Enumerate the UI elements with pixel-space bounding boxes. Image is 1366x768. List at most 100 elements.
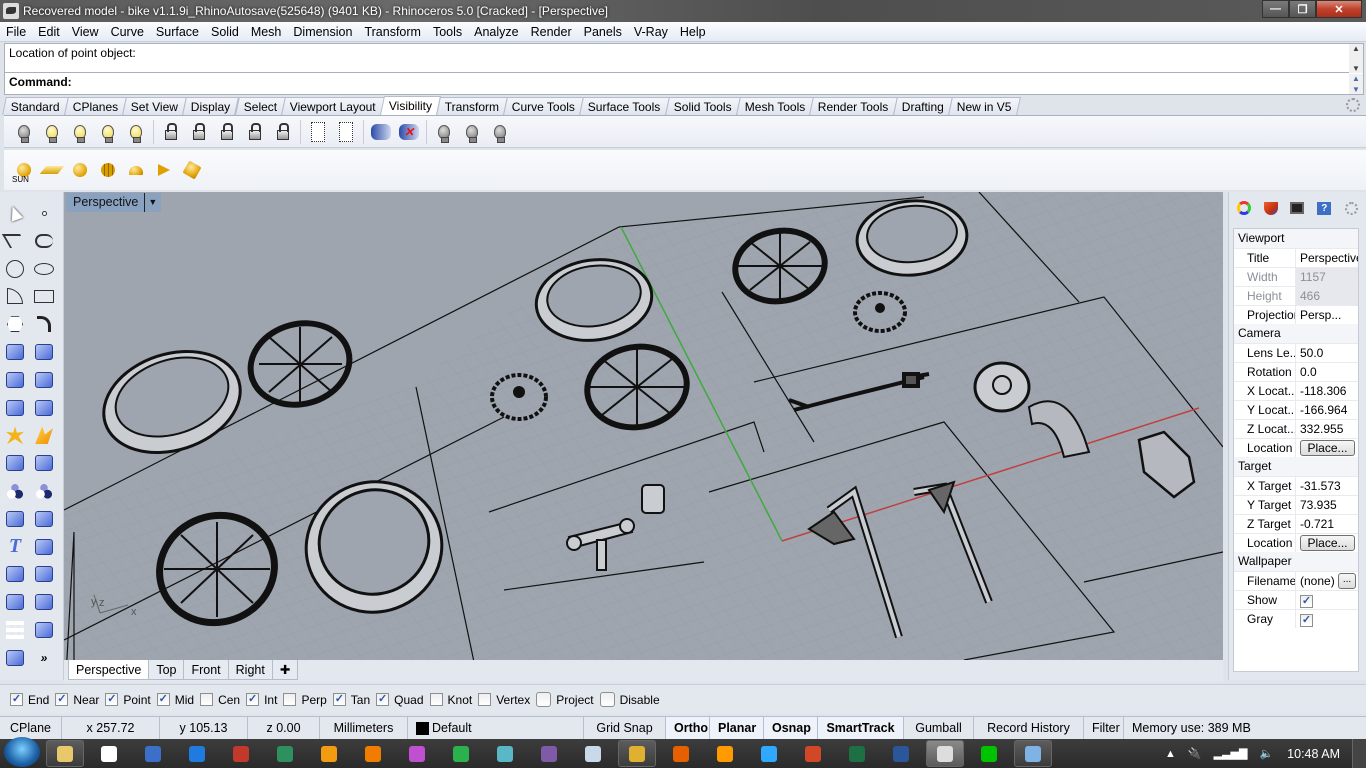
osnap-knot[interactable]: Knot (429, 693, 472, 707)
osnap-project[interactable]: Project (536, 692, 594, 707)
group-tool[interactable] (2, 478, 28, 504)
tab-render-tools[interactable]: Render Tools (809, 97, 898, 115)
place-button[interactable]: Place... (1300, 440, 1355, 456)
spin-down-icon[interactable]: ▼ (1352, 85, 1360, 94)
clock[interactable]: 10:48 AM (1287, 747, 1340, 761)
arc-tool[interactable] (2, 283, 28, 309)
status-toggle-filter[interactable]: Filter (1084, 717, 1124, 739)
menu-panels[interactable]: Panels (578, 22, 628, 42)
volume-icon[interactable]: 🔈 (1259, 747, 1273, 760)
hide-swap-button[interactable] (94, 118, 122, 146)
osnap-disable[interactable]: Disable (599, 692, 660, 707)
cplane-indicator[interactable]: CPlane (0, 717, 62, 739)
tab-transform[interactable]: Transform (435, 97, 509, 115)
menu-curve[interactable]: Curve (105, 22, 150, 42)
osnap-checkbox[interactable]: ✓ (246, 693, 260, 706)
mirror-tool[interactable] (31, 561, 57, 587)
boolean-split-tool[interactable] (31, 422, 57, 448)
fillet-arc-tool[interactable] (31, 506, 57, 532)
tab-surface-tools[interactable]: Surface Tools (579, 97, 670, 115)
taskbar-green-triangle-app[interactable] (442, 740, 480, 767)
taskbar-onedrive[interactable] (134, 740, 172, 767)
property-value[interactable]: -166.964 (1296, 401, 1358, 419)
osnap-near[interactable]: ✓ Near (55, 693, 99, 707)
taskbar-app-tiles[interactable] (266, 740, 304, 767)
start-button[interactable] (4, 736, 40, 767)
sphere-union-tool[interactable] (31, 367, 57, 393)
osnap-checkbox[interactable]: ✓ (10, 693, 23, 706)
close-button[interactable]: ✕ (1316, 0, 1362, 18)
view-tab-perspective[interactable]: Perspective (68, 660, 150, 680)
hemisphere-light-button[interactable] (122, 156, 150, 184)
show-objects-button[interactable] (38, 118, 66, 146)
ungroup-tool[interactable] (31, 478, 57, 504)
taskbar-word[interactable] (882, 740, 920, 767)
tab-new-in-v5[interactable]: New in V5 (947, 97, 1021, 115)
property-value[interactable]: -0.721 (1296, 515, 1358, 533)
status-toggle-record-history[interactable]: Record History (974, 717, 1084, 739)
hide-objects-button[interactable] (10, 118, 38, 146)
osnap-int[interactable]: ✓ Int (246, 693, 277, 707)
property-value[interactable]: 73.935 (1296, 496, 1358, 514)
osnap-checkbox[interactable] (478, 693, 492, 706)
menu-render[interactable]: Render (525, 22, 578, 42)
status-toggle-osnap[interactable]: Osnap (764, 717, 818, 739)
object-tire[interactable] (91, 335, 254, 470)
osnap-mid[interactable]: ✓ Mid (156, 693, 194, 707)
directional-light-button[interactable] (38, 156, 66, 184)
swap-locked-button[interactable] (269, 118, 297, 146)
osnap-perp[interactable]: Perp (283, 693, 327, 707)
taskbar-powerpoint[interactable] (794, 740, 832, 767)
tab-viewport-layout[interactable]: Viewport Layout (281, 97, 385, 115)
osnap-checkbox[interactable] (536, 692, 552, 707)
box-tool[interactable] (2, 367, 28, 393)
perspective-viewport[interactable]: x y z Perspective ▼ (64, 192, 1223, 660)
unlock-objects-button[interactable] (185, 118, 213, 146)
offset-curve-tool[interactable] (2, 506, 28, 532)
more-tools-tool[interactable]: » (31, 645, 57, 671)
menu-transform[interactable]: Transform (358, 22, 427, 42)
taskbar-media-player[interactable] (310, 740, 348, 767)
tab-help[interactable]: ? (1312, 197, 1336, 219)
text-tool[interactable]: T (2, 534, 28, 560)
lock-swap-button[interactable] (241, 118, 269, 146)
power-icon[interactable]: 🔌 (1188, 747, 1202, 760)
current-layer[interactable]: Default (408, 717, 584, 739)
osnap-checkbox[interactable] (429, 693, 443, 706)
tab-solid-tools[interactable]: Solid Tools (664, 97, 741, 115)
add-view-tab-plus-icon[interactable]: ✚ (271, 660, 299, 680)
minimize-button[interactable]: — (1262, 0, 1289, 18)
osnap-checkbox[interactable]: ✓ (156, 693, 170, 706)
taskbar-paint[interactable] (1014, 740, 1052, 767)
tab-curve-tools[interactable]: Curve Tools (503, 97, 585, 115)
trim-tool[interactable] (2, 450, 28, 476)
property-value[interactable]: 50.0 (1296, 344, 1358, 362)
osnap-end[interactable]: ✓ End (10, 693, 49, 707)
menu-help[interactable]: Help (674, 22, 712, 42)
layer-on-button[interactable] (458, 118, 486, 146)
status-toggle-planar[interactable]: Planar (710, 717, 764, 739)
object-small-cylinder[interactable] (641, 484, 665, 514)
hide-in-detail-button[interactable] (367, 118, 395, 146)
osnap-checkbox[interactable]: ✓ (376, 693, 390, 706)
toolbar-options-gear-icon[interactable] (1346, 98, 1360, 112)
tab-mesh-tools[interactable]: Mesh Tools (735, 97, 814, 115)
point-tool[interactable] (31, 200, 57, 226)
taskbar-shield-app[interactable] (486, 740, 524, 767)
polyline-tool[interactable] (1, 228, 29, 254)
osnap-vertex[interactable]: Vertex (478, 693, 530, 707)
property-value[interactable]: 332.955 (1296, 420, 1358, 438)
units-indicator[interactable]: Millimeters (320, 717, 408, 739)
osnap-point[interactable]: ✓ Point (105, 693, 151, 707)
explode-tool[interactable] (2, 422, 28, 448)
hide-points-button[interactable] (304, 118, 332, 146)
show-points-button[interactable] (332, 118, 360, 146)
unlock-selected-button[interactable] (213, 118, 241, 146)
osnap-checkbox[interactable] (283, 693, 297, 706)
ellipse-tool[interactable] (31, 256, 57, 282)
menu-vray[interactable]: V-Ray (628, 22, 674, 42)
property-value[interactable]: -118.306 (1296, 382, 1358, 400)
view-tab-front[interactable]: Front (183, 660, 229, 680)
taskbar-photoshop[interactable] (750, 740, 788, 767)
menu-view[interactable]: View (66, 22, 105, 42)
